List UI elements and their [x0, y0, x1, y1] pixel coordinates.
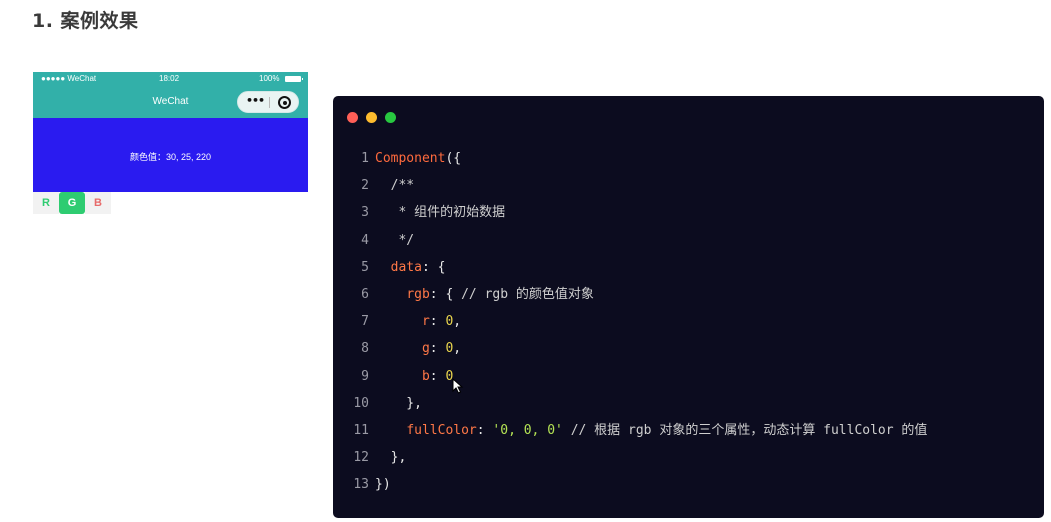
code-line: 2 /** [333, 172, 1044, 199]
line-number: 9 [361, 368, 369, 384]
code-line: 12 }, [333, 444, 1044, 471]
code-token: // 根据 rgb 对象的三个属性，动态计算 fullColor 的值 [570, 422, 928, 438]
code-token: * 组件的初始数据 [375, 205, 506, 221]
page-heading: 1. 案例效果 [32, 10, 139, 32]
carrier-label: ●●●●● WeChat [41, 74, 97, 83]
code-token: : { [421, 259, 446, 275]
maximize-dot-icon [385, 112, 396, 123]
line-number: 1 [361, 151, 369, 166]
line-number: 8 [361, 341, 369, 357]
line-number: 5 [361, 259, 369, 275]
code-token: }, [375, 395, 422, 411]
close-target-icon[interactable] [278, 96, 291, 109]
code-text: }, [369, 444, 407, 471]
status-time: 18:02 [159, 74, 180, 83]
code-line: 8 g: 0, [333, 335, 1044, 362]
code-token: /** [375, 178, 415, 194]
code-token: }) [375, 477, 391, 493]
code-text: rgb: { // rgb 的颜色值对象 [369, 281, 594, 308]
code-line: 3 * 组件的初始数据 [333, 199, 1044, 226]
code-token: data [390, 259, 422, 275]
line-number: 11 [353, 422, 369, 438]
code-line: 1 Component({ [333, 145, 1044, 172]
code-text: * 组件的初始数据 [369, 199, 505, 226]
nav-bar: WeChat ••• [33, 86, 308, 118]
code-text: */ [369, 227, 414, 254]
color-value-text: 颜色值：30, 25, 220 [129, 152, 212, 162]
code-token: b [421, 368, 430, 384]
code-token: : [429, 341, 446, 357]
capsule-divider [269, 97, 270, 108]
line-number: 3 [361, 205, 369, 221]
code-text: r: 0, [369, 308, 461, 335]
code-token: rgb [406, 286, 430, 302]
code-token: , [453, 314, 462, 330]
b-button[interactable]: B [85, 192, 111, 214]
code-token: Component [375, 151, 446, 166]
code-token: : [429, 314, 446, 330]
battery-percent: 100% [259, 74, 280, 83]
code-token: ({ [445, 151, 462, 166]
code-line: 10 }, [333, 390, 1044, 417]
code-text: /** [369, 172, 415, 199]
code-token: '0, 0, 0' [492, 422, 563, 438]
code-token: r [421, 314, 430, 330]
line-number: 6 [361, 286, 369, 302]
status-bar: ●●●●● WeChat 18:02 100% [33, 72, 308, 86]
code-token: g [421, 341, 430, 357]
code-window: 1 Component({2 /** 3 * 组件的初始数据 4 */5 data: … [333, 96, 1044, 518]
g-button[interactable]: G [59, 192, 85, 214]
code-text: }, [369, 390, 422, 417]
rgb-button-group: R G B [33, 192, 111, 214]
code-token: }, [375, 450, 407, 466]
code-line: 7 r: 0, [333, 308, 1044, 335]
code-token: : [476, 422, 493, 438]
line-number: 12 [353, 450, 369, 466]
code-token: fullColor [406, 422, 477, 438]
mouse-cursor-icon [452, 378, 464, 394]
minimize-dot-icon [366, 112, 377, 123]
code-text: Component({ [369, 145, 461, 172]
line-number: 7 [361, 314, 369, 330]
code-line: 6 rgb: { // rgb 的颜色值对象 [333, 281, 1044, 308]
code-text: b: 0 [369, 363, 453, 390]
miniprogram-capsule: ••• [237, 91, 299, 113]
code-token: : [429, 368, 446, 384]
line-number: 2 [361, 178, 369, 194]
code-text: g: 0, [369, 335, 461, 362]
code-line: 13}) [333, 471, 1044, 498]
code-token: , [453, 341, 462, 357]
code-token: : { [429, 286, 462, 302]
battery-icon [285, 76, 303, 82]
code-block: 1 Component({2 /** 3 * 组件的初始数据 4 */5 data: … [333, 145, 1044, 498]
code-text: }) [369, 471, 391, 498]
code-line: 11 fullColor: '0, 0, 0' // 根据 rgb 对象的三个属… [333, 417, 1044, 444]
code-token: // rgb 的颜色值对象 [461, 286, 594, 302]
code-text: fullColor: '0, 0, 0' // 根据 rgb 对象的三个属性，动… [369, 417, 927, 444]
code-line: 4 */ [333, 227, 1044, 254]
line-number: 13 [353, 477, 369, 493]
code-line: 5 data: { [333, 254, 1044, 281]
line-number: 4 [361, 232, 369, 248]
code-text: data: { [369, 254, 446, 281]
phone-preview: ●●●●● WeChat 18:02 100% WeChat ••• 颜色值：3… [33, 72, 308, 192]
code-token: */ [375, 232, 415, 248]
r-button[interactable]: R [33, 192, 59, 214]
code-line: 9 b: 0 [333, 363, 1044, 390]
close-dot-icon [347, 112, 358, 123]
more-icon[interactable]: ••• [246, 94, 265, 107]
line-number: 10 [353, 395, 369, 411]
